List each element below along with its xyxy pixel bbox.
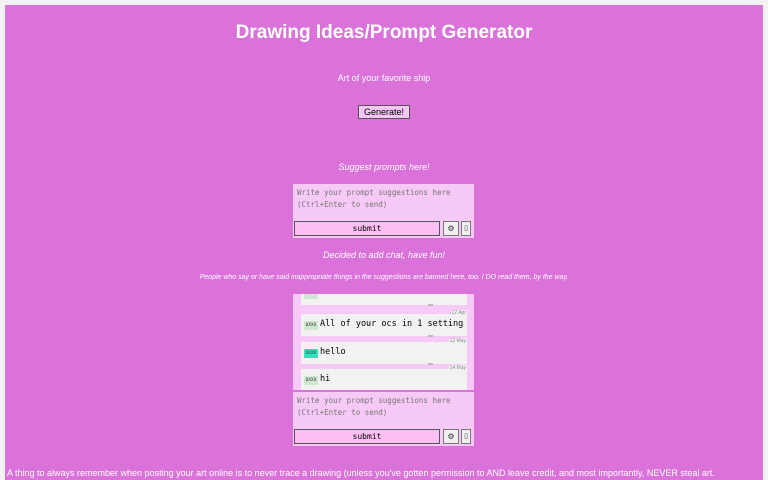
user-badge: UXXX (304, 321, 318, 330)
chat-message (301, 294, 467, 306)
chat-warning: People who say or have said inappropriat… (199, 274, 569, 281)
suggest-prompts-label: Suggest prompts here! (338, 162, 430, 172)
message-text: All of your ocs in 1 setting (320, 319, 464, 329)
message-divider (428, 363, 433, 365)
gear-icon[interactable]: ⚙ (443, 221, 459, 236)
suggestion-input[interactable]: Write your prompt suggestions here (Ctrl… (297, 187, 467, 211)
chat-form: Write your prompt suggestions here (Ctrl… (293, 392, 474, 446)
page-title: Drawing Ideas/Prompt Generator (235, 22, 533, 43)
generate-button[interactable]: Generate! (358, 105, 410, 119)
message-date: 14 May (448, 365, 467, 371)
submit-chat-button[interactable]: submit (294, 429, 440, 444)
footer-note: A thing to always remember when posting … (7, 468, 715, 478)
chat-message: 14 May UXXX hi (301, 365, 467, 390)
message-date: 12 May (448, 338, 467, 344)
chat-input[interactable]: Write your prompt suggestions here (Ctrl… (297, 395, 467, 419)
message-divider (428, 335, 433, 337)
chat-label: Decided to add chat, have fun! (322, 250, 446, 260)
chat-message: 12 May XXXX hello (301, 338, 467, 365)
chat-message: 12 Apr UXXX All of your ocs in 1 setting (301, 310, 467, 337)
page-background: Drawing Ideas/Prompt Generator Art of yo… (5, 5, 763, 480)
message-text: hi (320, 374, 331, 384)
box-icon[interactable]: ▯ (461, 429, 471, 444)
user-badge: UXXX (304, 376, 318, 385)
message-date: 12 Apr (450, 310, 467, 316)
message-text: hello (320, 347, 346, 357)
suggestion-form: Write your prompt suggestions here (Ctrl… (293, 184, 474, 238)
user-badge: XXXX (304, 349, 318, 358)
user-badge (304, 294, 318, 299)
message-divider (428, 304, 433, 306)
gear-icon[interactable]: ⚙ (443, 429, 459, 444)
submit-suggestion-button[interactable]: submit (294, 221, 440, 236)
box-icon[interactable]: ▯ (461, 221, 471, 236)
chat-messages[interactable]: 12 Apr UXXX All of your ocs in 1 setting… (293, 294, 474, 390)
generated-prompt: Art of your favorite ship (337, 73, 431, 83)
